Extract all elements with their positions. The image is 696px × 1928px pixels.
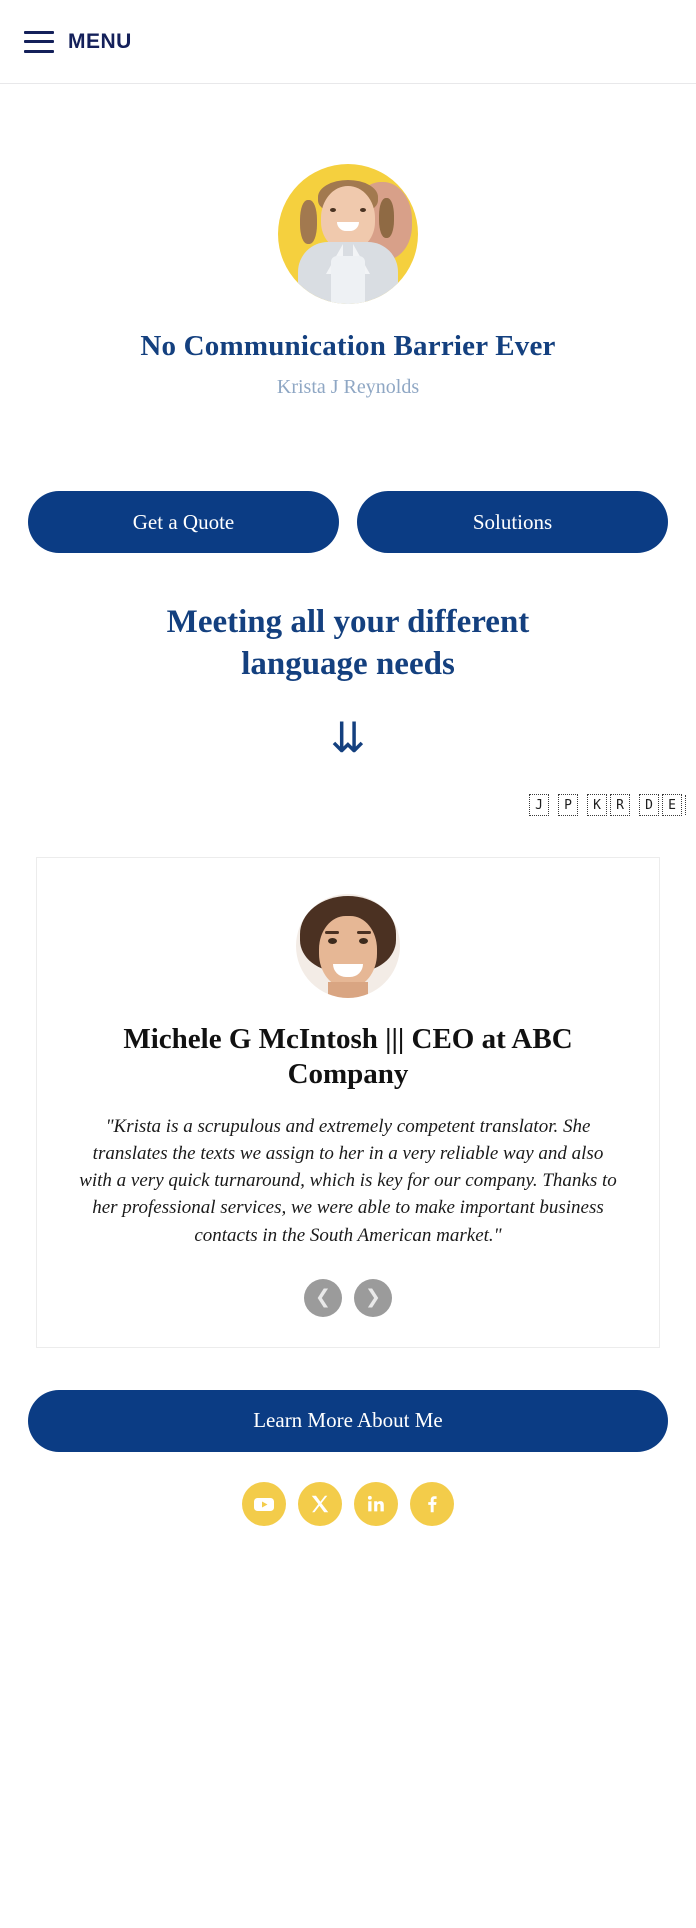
cta-button-row: Get a Quote Solutions [0,491,696,553]
linkedin-icon[interactable] [354,1481,398,1526]
page-title: No Communication Barrier Ever [140,330,556,362]
hero-avatar [278,164,418,304]
testimonial-avatar [296,894,400,999]
flag-glyph-box: R [610,794,630,817]
carousel-next-button[interactable]: ❯ [354,1278,392,1317]
social-links-row [0,1481,696,1526]
flag-glyph-box: K [587,794,607,817]
flag-glyph-box: J [529,794,549,817]
site-header: MENU [0,0,696,84]
avatar-person-illustration [296,180,400,304]
testimonial-quote: "Krista is a scrupulous and extremely co… [79,1115,617,1246]
hero-section: No Communication Barrier Ever Krista J R… [0,84,696,399]
testimonial-card: Michele G McIntosh ||| CEO at ABC Compan… [36,857,660,1348]
menu-label: MENU [68,29,132,53]
triple-down-arrow-icon: ⇊ [330,713,366,763]
hero-subtitle: Krista J Reynolds [276,376,420,398]
flag-glyph-box: D [639,794,659,817]
get-a-quote-button[interactable]: Get a Quote [28,491,339,553]
testimonial-carousel-nav: ❮ ❯ [63,1278,633,1317]
youtube-icon[interactable] [242,1481,286,1526]
flag-glyph-box: P [558,794,578,817]
learn-more-button[interactable]: Learn More About Me [28,1389,668,1452]
page-root: MENU No Communication Barrier Ever Krist… [0,0,696,1928]
tagline-heading: Meeting all your different language need… [166,604,530,683]
solutions-button[interactable]: Solutions [357,491,668,553]
hamburger-icon [24,30,54,53]
x-twitter-icon[interactable] [298,1481,342,1526]
flag-glyph-box-partial [685,795,688,816]
language-flag-row: J P K R D E [0,791,696,819]
menu-toggle-button[interactable]: MENU [24,30,132,54]
facebook-icon[interactable] [410,1481,454,1526]
testimonial-author: Michele G McIntosh ||| CEO at ABC Compan… [123,1023,573,1090]
carousel-prev-button[interactable]: ❮ [304,1278,342,1317]
flag-glyph-box: E [662,794,682,817]
